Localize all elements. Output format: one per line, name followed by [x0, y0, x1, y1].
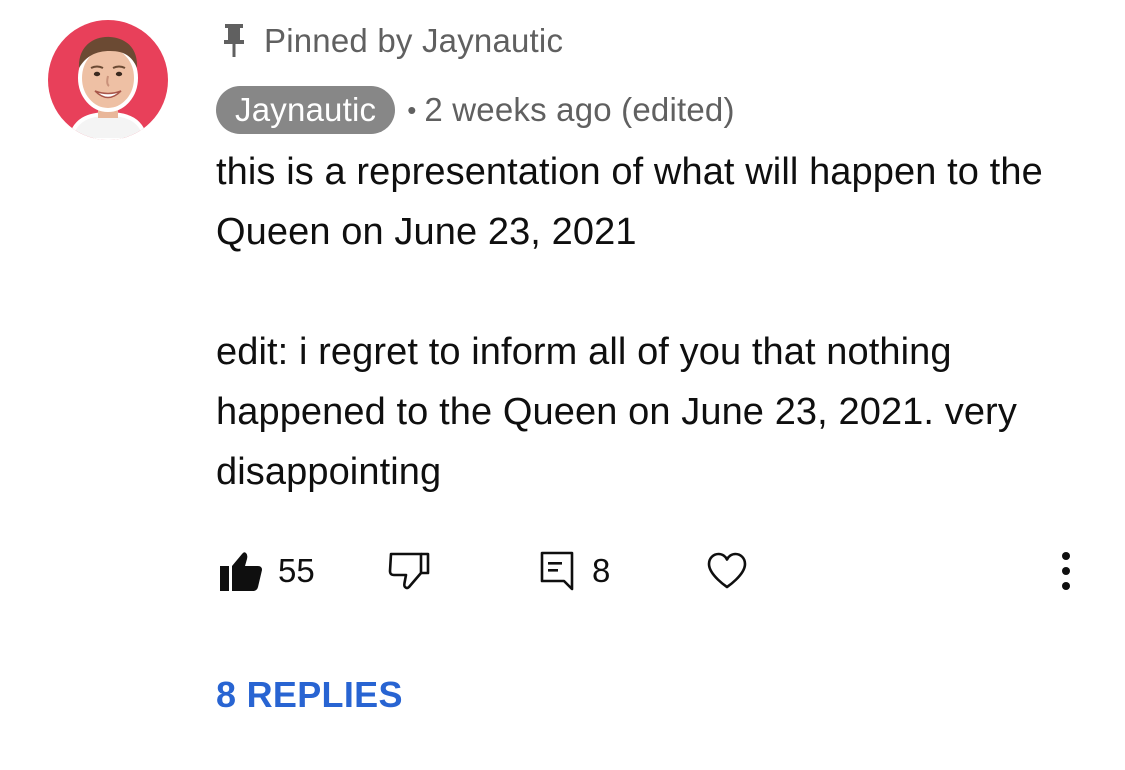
thumbs-up-filled-icon [220, 551, 262, 591]
reply-count: 8 [592, 552, 611, 589]
reply-button[interactable]: 8 [540, 545, 610, 597]
comment-icon [540, 551, 574, 591]
view-replies-link[interactable]: 8 REPLIES [216, 670, 403, 720]
author-chip[interactable]: Jaynautic [216, 86, 396, 134]
heart-button[interactable] [706, 545, 748, 597]
comment-body: this is a representation of what will ha… [216, 142, 1106, 502]
like-button[interactable]: 55 [220, 545, 315, 597]
comment-meta: Jaynautic • 2 weeks ago (edited) [216, 84, 735, 136]
comment-paragraph: edit: i regret to inform all of you that… [216, 331, 1017, 493]
like-count: 55 [278, 552, 315, 589]
heart-outline-icon [706, 552, 748, 590]
comment-paragraph: this is a representation of what will ha… [216, 151, 1043, 253]
more-vertical-icon [1061, 551, 1071, 591]
pinned-text: Pinned by Jaynautic [264, 22, 564, 59]
avatar[interactable] [48, 20, 168, 140]
dislike-button[interactable] [388, 545, 430, 597]
comment-action-bar: 55 8 [216, 545, 1086, 597]
thumbs-down-outline-icon [388, 551, 430, 591]
more-options-button[interactable] [1061, 545, 1071, 597]
meta-separator: • [407, 94, 417, 125]
pin-icon [222, 24, 246, 58]
comment-timestamp[interactable]: 2 weeks ago (edited) [424, 91, 734, 129]
pinned-label: Pinned by Jaynautic [222, 18, 563, 64]
